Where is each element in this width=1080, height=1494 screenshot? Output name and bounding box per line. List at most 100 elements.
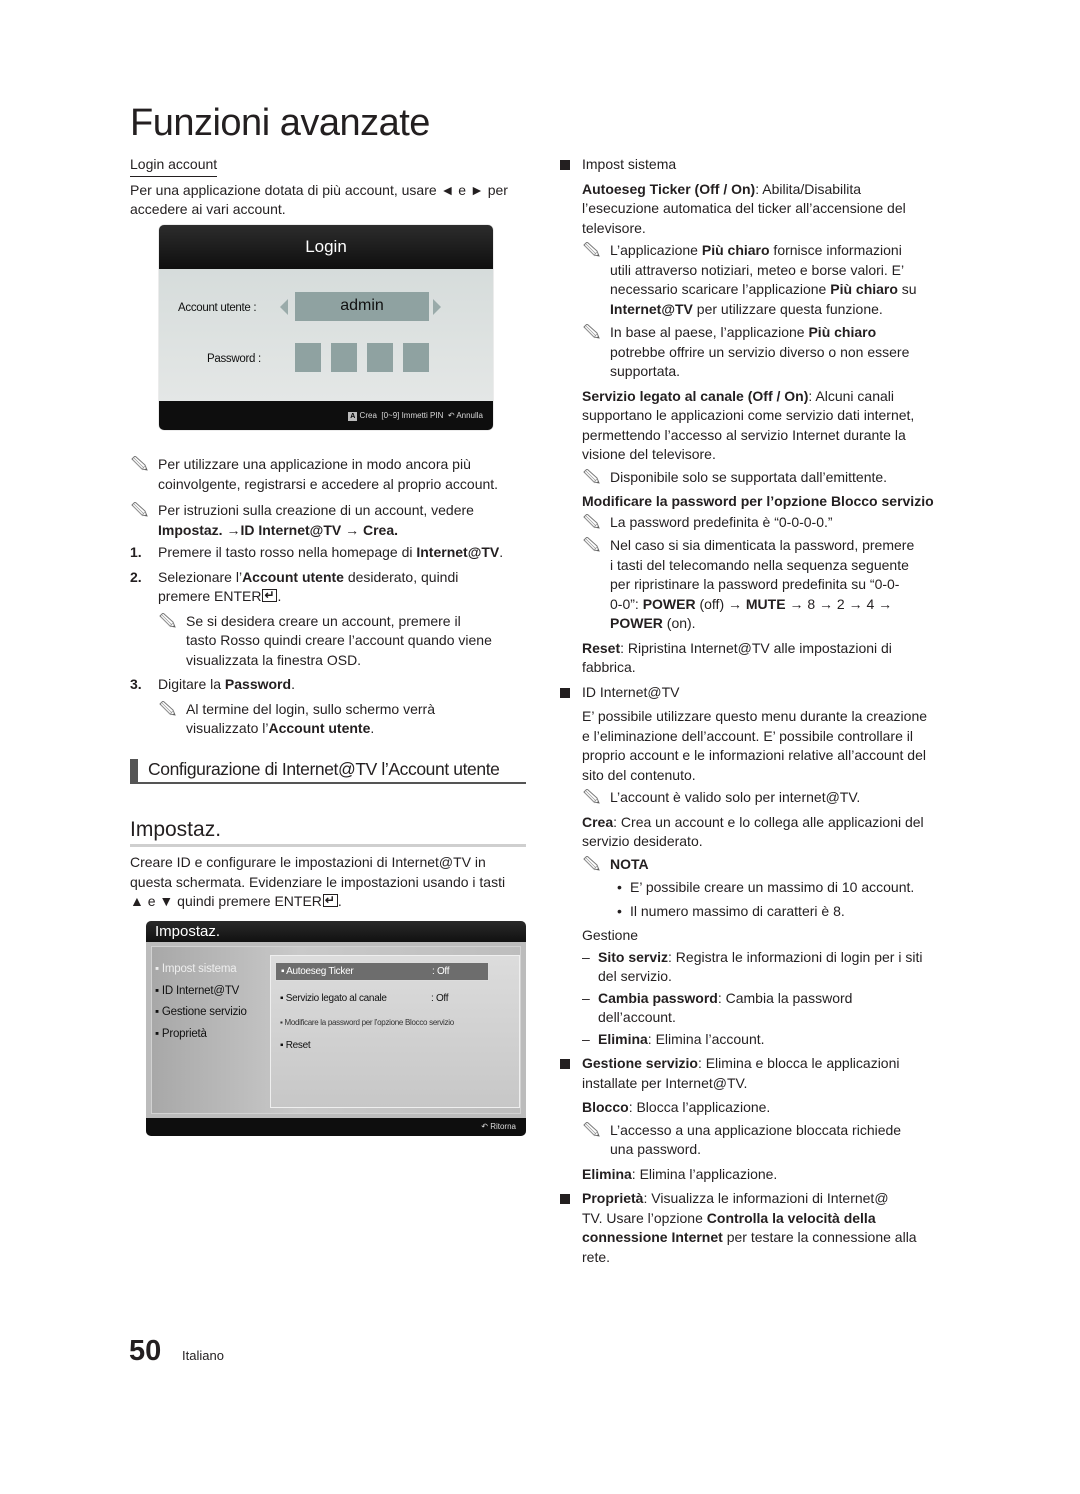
config-heading-text: Configurazione di Internet@TV l’Account … — [148, 759, 500, 779]
note-text: Nel caso si sia dimenticata la password,… — [610, 537, 915, 553]
footer-annulla[interactable]: Annulla — [456, 411, 483, 420]
account-utente-selector[interactable]: admin — [295, 292, 429, 321]
step-text: Premere il tasto rosso nella homepage di — [158, 544, 417, 560]
text-fragment: : Elimina l’account. — [647, 1030, 765, 1047]
a-key-icon: A — [348, 412, 358, 421]
row-modifica-password[interactable]: ▪ Modificare la password per l’opzione B… — [280, 1013, 454, 1033]
impostaz-heading: Impostaz. — [130, 818, 526, 847]
note-pencil-icon — [159, 700, 176, 716]
menu-item-id-internet-tv[interactable]: ▪ ID Internet@TV — [155, 981, 247, 1003]
config-section-heading: Configurazione di Internet@TV l’Account … — [130, 757, 526, 784]
text-fragment: – — [582, 948, 590, 965]
gestione-item: – Elimina: Elimina l’account. — [582, 1030, 955, 1050]
note-item: L’account è valido solo per internet@TV. — [582, 788, 955, 808]
note-text: supportata. — [610, 363, 681, 379]
row-servizio-legato[interactable]: ▪ Servizio legato al canale: Off — [280, 989, 500, 1009]
section-heading: Impost sistema — [582, 156, 677, 172]
text-fragment: – — [582, 989, 590, 1006]
text-fragment: E’ possibile creare un massimo di 10 acc… — [630, 879, 915, 895]
note-text: i tasti del telecomando nella sequenza s… — [610, 556, 909, 573]
page-language: Italiano — [182, 1348, 224, 1363]
note-text: L’account è valido solo per internet@TV. — [610, 789, 861, 805]
account-next-arrow-icon[interactable] — [433, 299, 441, 315]
login-osd-window: Login Account utente : admin Password : … — [159, 225, 493, 430]
footer-ritorna[interactable]: Ritorna — [490, 1122, 516, 1131]
note-text: Se si desidera creare un account, premer… — [186, 612, 461, 629]
note-pencil-icon — [583, 1121, 600, 1137]
step-2: 2. Selezionare l’Account utente desidera… — [130, 568, 530, 607]
pin-digit-3[interactable] — [367, 343, 393, 372]
section-impost-sistema: Impost sistema Autoeseg Ticker (Off / On… — [560, 155, 955, 678]
term-bold: Modificare la password per l’opzione Blo… — [582, 493, 934, 509]
note-item: Nel caso si sia dimenticata la password,… — [582, 536, 955, 634]
note-text: tasto Rosso quindi creare l’account quan… — [186, 632, 492, 648]
step-bold: Password — [224, 676, 292, 692]
text-fragment: • — [617, 902, 622, 919]
text-fragment: : Registra le informazioni di login per … — [668, 948, 923, 965]
note-bold: Account utente — [268, 720, 371, 736]
body-text: : Elimina e blocca le applicazioni — [697, 1055, 900, 1071]
footer-crea[interactable]: Crea — [360, 411, 377, 420]
term-bold: Gestione servizio — [582, 1055, 698, 1071]
body-text: l’esecuzione automatica del ticker all’a… — [582, 200, 906, 216]
body-text: sito del contenuto. — [582, 766, 696, 783]
note-bold: POWER — [610, 615, 663, 631]
impostaz-heading-text: Impostaz. — [130, 818, 222, 841]
page-title: Funzioni avanzate — [130, 102, 430, 144]
row-reset[interactable]: ▪ Reset — [280, 1036, 311, 1056]
menu-item-impost-sistema[interactable]: ▪ Impost sistema — [155, 959, 247, 981]
note-text: necessario scaricare l’applicazione — [610, 281, 831, 297]
account-prev-arrow-icon[interactable] — [280, 299, 288, 315]
note-text: L’applicazione — [610, 242, 702, 258]
nota-label: NOTA — [610, 855, 649, 872]
row-autoeseg-ticker[interactable]: ▪ Autoeseg Ticker: Off — [275, 962, 489, 981]
text-fragment: • — [617, 879, 622, 895]
body-text: : Blocca l’applicazione. — [628, 1099, 771, 1115]
term-bold: Proprietà — [582, 1190, 644, 1206]
pin-digit-1[interactable] — [295, 343, 321, 372]
note-pencil-icon — [583, 513, 600, 529]
note-text: per utilizzare questa funzione. — [692, 300, 883, 317]
note-text: (off) → — [695, 595, 746, 612]
note-text: . — [370, 720, 375, 736]
note-text: L’accesso a una applicazione bloccata ri… — [610, 1121, 902, 1138]
step-text: . — [499, 544, 504, 560]
text-fragment: del servizio. — [598, 968, 672, 984]
pin-digit-4[interactable] — [403, 343, 429, 372]
text-fragment: Impost sistema — [161, 963, 237, 975]
square-bullet-icon — [560, 160, 570, 170]
text-fragment: Autoeseg Ticker — [286, 966, 354, 977]
section-heading: ID Internet@TV — [582, 683, 680, 700]
nota-bullet: • Il numero massimo di caratteri è 8. — [610, 902, 955, 922]
gestione-item: – Sito serviz: Registra le informazioni d… — [582, 948, 955, 987]
login-osd-body: Account utente : admin Password : — [159, 269, 493, 401]
note-text: utili attraverso notiziari, meteo e bors… — [610, 261, 905, 278]
note-item: Al termine del login, sullo schermo verr… — [158, 700, 530, 739]
login-osd-footer: A Crea [0~9] Immetti PIN ↶ Annulla — [159, 401, 493, 430]
note-text: su — [897, 281, 917, 297]
note-text: visualizzato l’ — [186, 720, 269, 736]
term-bold: connessione Internet — [582, 1229, 723, 1245]
menu-item-proprieta[interactable]: ▪ Proprietà — [155, 1024, 247, 1046]
menu-item-gestione-servizio[interactable]: ▪ Gestione servizio — [155, 1002, 247, 1024]
term-bold: Blocco — [582, 1099, 629, 1115]
note-item: Per utilizzare una applicazione in modo … — [130, 455, 530, 494]
pin-digit-2[interactable] — [331, 343, 357, 372]
desc-text: ▲ e ▼ quindi premere ENTER — [130, 893, 322, 909]
note-text: Per istruzioni sulla creazione di un acc… — [158, 502, 474, 518]
note-text: → 8 → 2 → 4 → — [785, 595, 893, 612]
note-pencil-icon — [583, 537, 600, 552]
body-text: TV. Usare l’opzione — [582, 1209, 707, 1226]
impostaz-osd-body: ▪ Impost sistema ▪ ID Internet@TV ▪ Gest… — [151, 946, 521, 1114]
account-utente-label: Account utente : — [178, 302, 257, 314]
impostaz-description: Creare ID e configurare le impostazioni … — [130, 853, 530, 912]
text-fragment: Gestione servizio — [161, 1006, 247, 1018]
login-osd-title: Login — [159, 225, 493, 269]
return-icon: ↶ — [481, 1122, 488, 1131]
login-intro-line1: Per una applicazione dotata di più accou… — [130, 181, 508, 198]
step-1: 1. Premere il tasto rosso nella homepage… — [130, 543, 530, 563]
note-item: L’accesso a una applicazione bloccata ri… — [582, 1121, 955, 1160]
note-text: Impostaz. →ID Internet@TV → Crea. — [158, 521, 399, 538]
step-text: Selezionare l’ — [158, 568, 243, 585]
step-number: 3. — [130, 676, 142, 692]
